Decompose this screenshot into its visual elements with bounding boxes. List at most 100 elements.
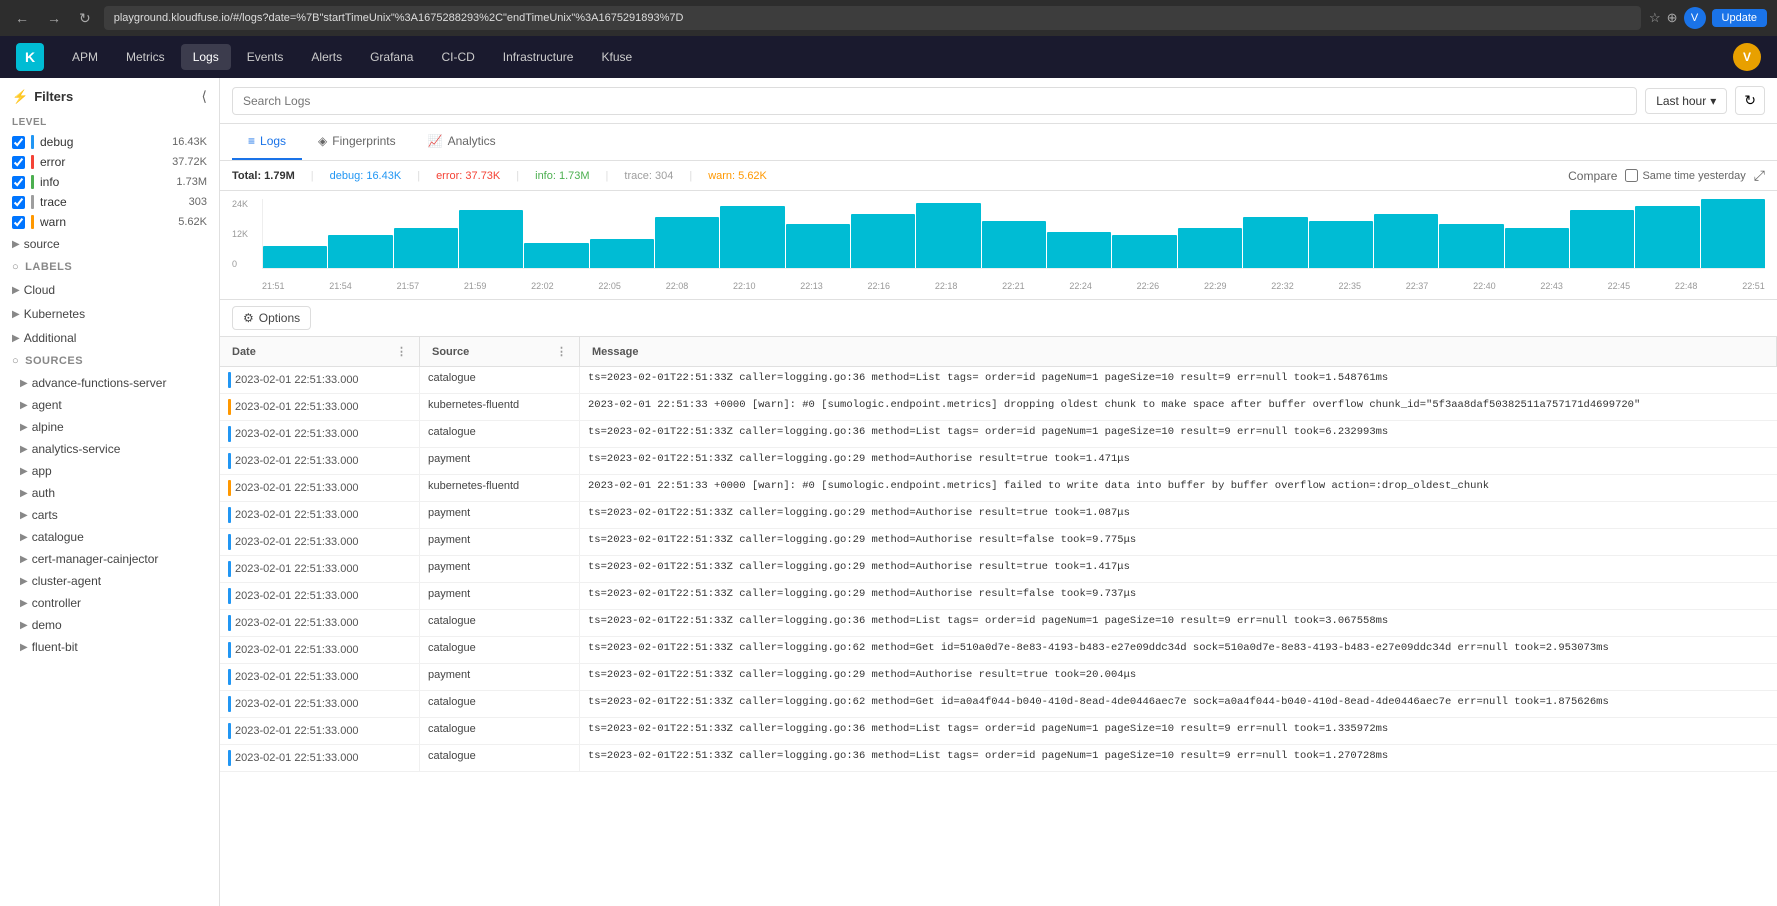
profile-button[interactable]: V (1684, 7, 1706, 29)
table-row[interactable]: 2023-02-01 22:51:33.000 catalogue ts=202… (220, 610, 1777, 637)
table-row[interactable]: 2023-02-01 22:51:33.000 catalogue ts=202… (220, 637, 1777, 664)
expand-chart-button[interactable]: ⤢ (1754, 167, 1765, 184)
url-bar[interactable] (104, 6, 1641, 30)
chart-bar-21[interactable] (1635, 206, 1699, 268)
logs-table[interactable]: Date ⋮ Source ⋮ Message 2023-02-01 22:51… (220, 337, 1777, 906)
chart-bar-6[interactable] (655, 217, 719, 268)
table-row[interactable]: 2023-02-01 22:51:33.000 catalogue ts=202… (220, 367, 1777, 394)
chart-bar-15[interactable] (1243, 217, 1307, 268)
th-source-icon[interactable]: ⋮ (556, 345, 567, 358)
chart-bar-4[interactable] (524, 243, 588, 268)
level-checkbox-info[interactable] (12, 176, 25, 189)
level-checkbox-debug[interactable] (12, 136, 25, 149)
nav-grafana[interactable]: Grafana (358, 44, 425, 70)
chart-bar-18[interactable] (1439, 224, 1503, 268)
chart-bar-12[interactable] (1047, 232, 1111, 268)
chart-bar-0[interactable] (263, 246, 327, 268)
source-item-analytics-service[interactable]: ▶analytics-service (0, 438, 219, 460)
source-item-cert-manager-cainjector[interactable]: ▶cert-manager-cainjector (0, 548, 219, 570)
update-button[interactable]: Update (1712, 9, 1767, 27)
nav-logs[interactable]: Logs (181, 44, 231, 70)
source-item-cluster-agent[interactable]: ▶cluster-agent (0, 570, 219, 592)
compare-button[interactable]: Compare (1568, 169, 1617, 183)
chart-bar-20[interactable] (1570, 210, 1634, 268)
chart-area: 24K 12K 0 21:5121:5421:5721:5922:0222:05… (220, 191, 1777, 300)
log-message-4: 2023-02-01 22:51:33 +0000 [warn]: #0 [su… (580, 475, 1777, 501)
table-row[interactable]: 2023-02-01 22:51:33.000 catalogue ts=202… (220, 421, 1777, 448)
table-row[interactable]: 2023-02-01 22:51:33.000 catalogue ts=202… (220, 745, 1777, 772)
level-checkbox-warn[interactable] (12, 216, 25, 229)
extensions-button[interactable]: ⊕ (1667, 10, 1678, 26)
table-row[interactable]: 2023-02-01 22:51:33.000 payment ts=2023-… (220, 556, 1777, 583)
nav-alerts[interactable]: Alerts (299, 44, 354, 70)
chart-x-label-14: 22:29 (1204, 281, 1227, 291)
label-item-additional[interactable]: ▶Additional (0, 326, 219, 350)
chart-bar-11[interactable] (982, 221, 1046, 268)
bookmark-button[interactable]: ☆ (1649, 10, 1661, 26)
table-row[interactable]: 2023-02-01 22:51:33.000 kubernetes-fluen… (220, 475, 1777, 502)
source-item-controller[interactable]: ▶controller (0, 592, 219, 614)
tab-fingerprints[interactable]: ◈ Fingerprints (302, 124, 412, 160)
label-item-cloud[interactable]: ▶Cloud (0, 278, 219, 302)
chart-bar-17[interactable] (1374, 214, 1438, 268)
chart-bar-19[interactable] (1505, 228, 1569, 268)
nav-kfuse[interactable]: Kfuse (589, 44, 644, 70)
chart-x-label-18: 22:40 (1473, 281, 1496, 291)
th-date-icon[interactable]: ⋮ (396, 345, 407, 358)
nav-apm[interactable]: APM (60, 44, 110, 70)
options-button[interactable]: ⚙ Options (232, 306, 311, 330)
table-row[interactable]: 2023-02-01 22:51:33.000 catalogue ts=202… (220, 691, 1777, 718)
tab-logs[interactable]: ≡ Logs (232, 124, 302, 160)
nav-cicd[interactable]: CI-CD (429, 44, 486, 70)
level-checkbox-trace[interactable] (12, 196, 25, 209)
table-row[interactable]: 2023-02-01 22:51:33.000 kubernetes-fluen… (220, 394, 1777, 421)
source-item-catalogue[interactable]: ▶catalogue (0, 526, 219, 548)
chart-bar-7[interactable] (720, 206, 784, 268)
chart-bars[interactable] (262, 199, 1765, 269)
search-input[interactable] (232, 87, 1637, 115)
source-item-alpine[interactable]: ▶alpine (0, 416, 219, 438)
chart-bar-2[interactable] (394, 228, 458, 268)
labels-header[interactable]: ○ LABELS (0, 256, 219, 278)
refresh-button[interactable]: ↻ (1735, 86, 1765, 115)
source-item-fluent-bit[interactable]: ▶fluent-bit (0, 636, 219, 658)
table-row[interactable]: 2023-02-01 22:51:33.000 payment ts=2023-… (220, 583, 1777, 610)
nav-metrics[interactable]: Metrics (114, 44, 177, 70)
source-item-auth[interactable]: ▶auth (0, 482, 219, 504)
chart-bar-22[interactable] (1701, 199, 1765, 268)
chart-bar-3[interactable] (459, 210, 523, 268)
table-row[interactable]: 2023-02-01 22:51:33.000 payment ts=2023-… (220, 448, 1777, 475)
chart-bar-16[interactable] (1309, 221, 1373, 268)
reload-button[interactable]: ↻ (74, 8, 96, 29)
source-item-advance-functions-server[interactable]: ▶advance-functions-server (0, 372, 219, 394)
source-item-app[interactable]: ▶app (0, 460, 219, 482)
source-item-demo[interactable]: ▶demo (0, 614, 219, 636)
nav-events[interactable]: Events (235, 44, 296, 70)
source-item-agent[interactable]: ▶agent (0, 394, 219, 416)
table-row[interactable]: 2023-02-01 22:51:33.000 payment ts=2023-… (220, 664, 1777, 691)
source-item-carts[interactable]: ▶carts (0, 504, 219, 526)
same-time-checkbox-input[interactable] (1625, 169, 1638, 182)
chart-bar-9[interactable] (851, 214, 915, 268)
level-checkbox-error[interactable] (12, 156, 25, 169)
collapse-sidebar-button[interactable]: ⟨ (202, 88, 207, 105)
log-source-9: catalogue (420, 610, 580, 636)
forward-button[interactable]: → (42, 8, 66, 28)
table-row[interactable]: 2023-02-01 22:51:33.000 payment ts=2023-… (220, 529, 1777, 556)
chevron-down-icon: ▾ (1710, 94, 1716, 108)
time-picker[interactable]: Last hour ▾ (1645, 88, 1727, 114)
chart-bar-13[interactable] (1112, 235, 1176, 268)
tab-analytics[interactable]: 📈 Analytics (412, 124, 512, 160)
label-item-kubernetes[interactable]: ▶Kubernetes (0, 302, 219, 326)
chart-bar-10[interactable] (916, 203, 980, 268)
table-row[interactable]: 2023-02-01 22:51:33.000 catalogue ts=202… (220, 718, 1777, 745)
source-expandable[interactable]: ▶ source (0, 232, 219, 256)
table-row[interactable]: 2023-02-01 22:51:33.000 payment ts=2023-… (220, 502, 1777, 529)
nav-infrastructure[interactable]: Infrastructure (491, 44, 586, 70)
chart-bar-14[interactable] (1178, 228, 1242, 268)
chart-bar-5[interactable] (590, 239, 654, 268)
back-button[interactable]: ← (10, 8, 34, 28)
chart-bar-1[interactable] (328, 235, 392, 268)
chart-bar-8[interactable] (786, 224, 850, 268)
same-time-checkbox[interactable]: Same time yesterday (1625, 169, 1745, 182)
